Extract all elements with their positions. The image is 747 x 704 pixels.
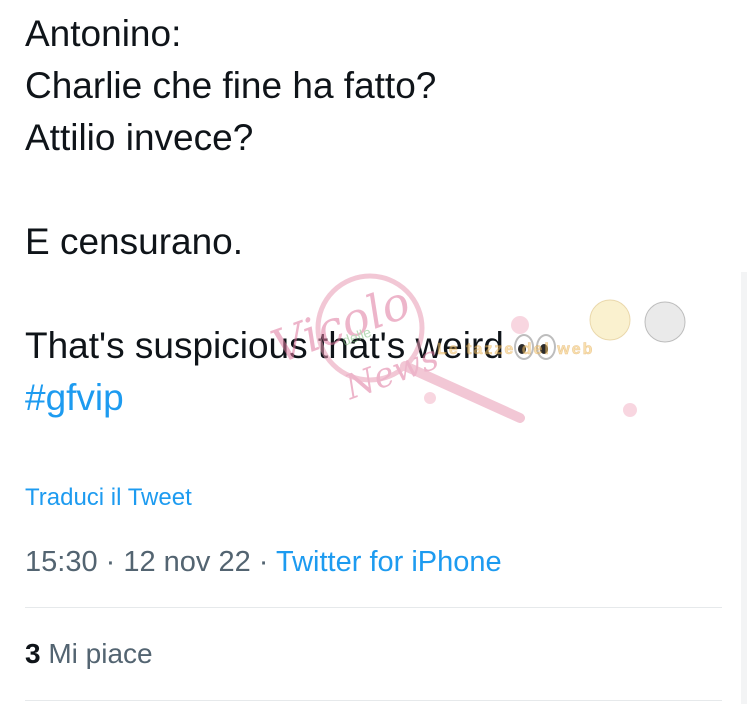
- meta-separator: ·: [250, 546, 276, 578]
- tweet-text: Antonino: Charlie che fine ha fatto? Att…: [25, 8, 725, 424]
- tweet-line-with-emoji: That's suspicious that's weird: [25, 320, 725, 372]
- translate-tweet-link[interactable]: Traduci il Tweet: [25, 484, 192, 512]
- tweet-line: Charlie che fine ha fatto?: [25, 65, 437, 106]
- meta-separator: ·: [97, 546, 124, 578]
- tweet-metadata: 15:30 · 12 nov 22 · Twitter for iPhone: [25, 546, 502, 579]
- divider: [25, 607, 722, 608]
- tweet-time[interactable]: 15:30: [25, 546, 98, 578]
- hashtag-link[interactable]: #gfvip: [25, 372, 725, 424]
- tweet-date[interactable]: 12 nov 22: [123, 546, 250, 578]
- tweet-line: E censurano.: [25, 221, 244, 262]
- tweet-line: Antonino:: [25, 13, 182, 54]
- scroll-edge: [741, 272, 747, 704]
- eyes-emoji-icon: [512, 332, 560, 362]
- likes-count[interactable]: 3 Mi piace: [25, 638, 153, 670]
- divider: [25, 700, 722, 701]
- tweet-line-text: That's suspicious that's weird: [25, 325, 504, 366]
- likes-number: 3: [25, 638, 41, 669]
- likes-label: Mi piace: [48, 638, 153, 669]
- tweet-source-link[interactable]: Twitter for iPhone: [276, 546, 502, 578]
- tweet-line: Attilio invece?: [25, 117, 254, 158]
